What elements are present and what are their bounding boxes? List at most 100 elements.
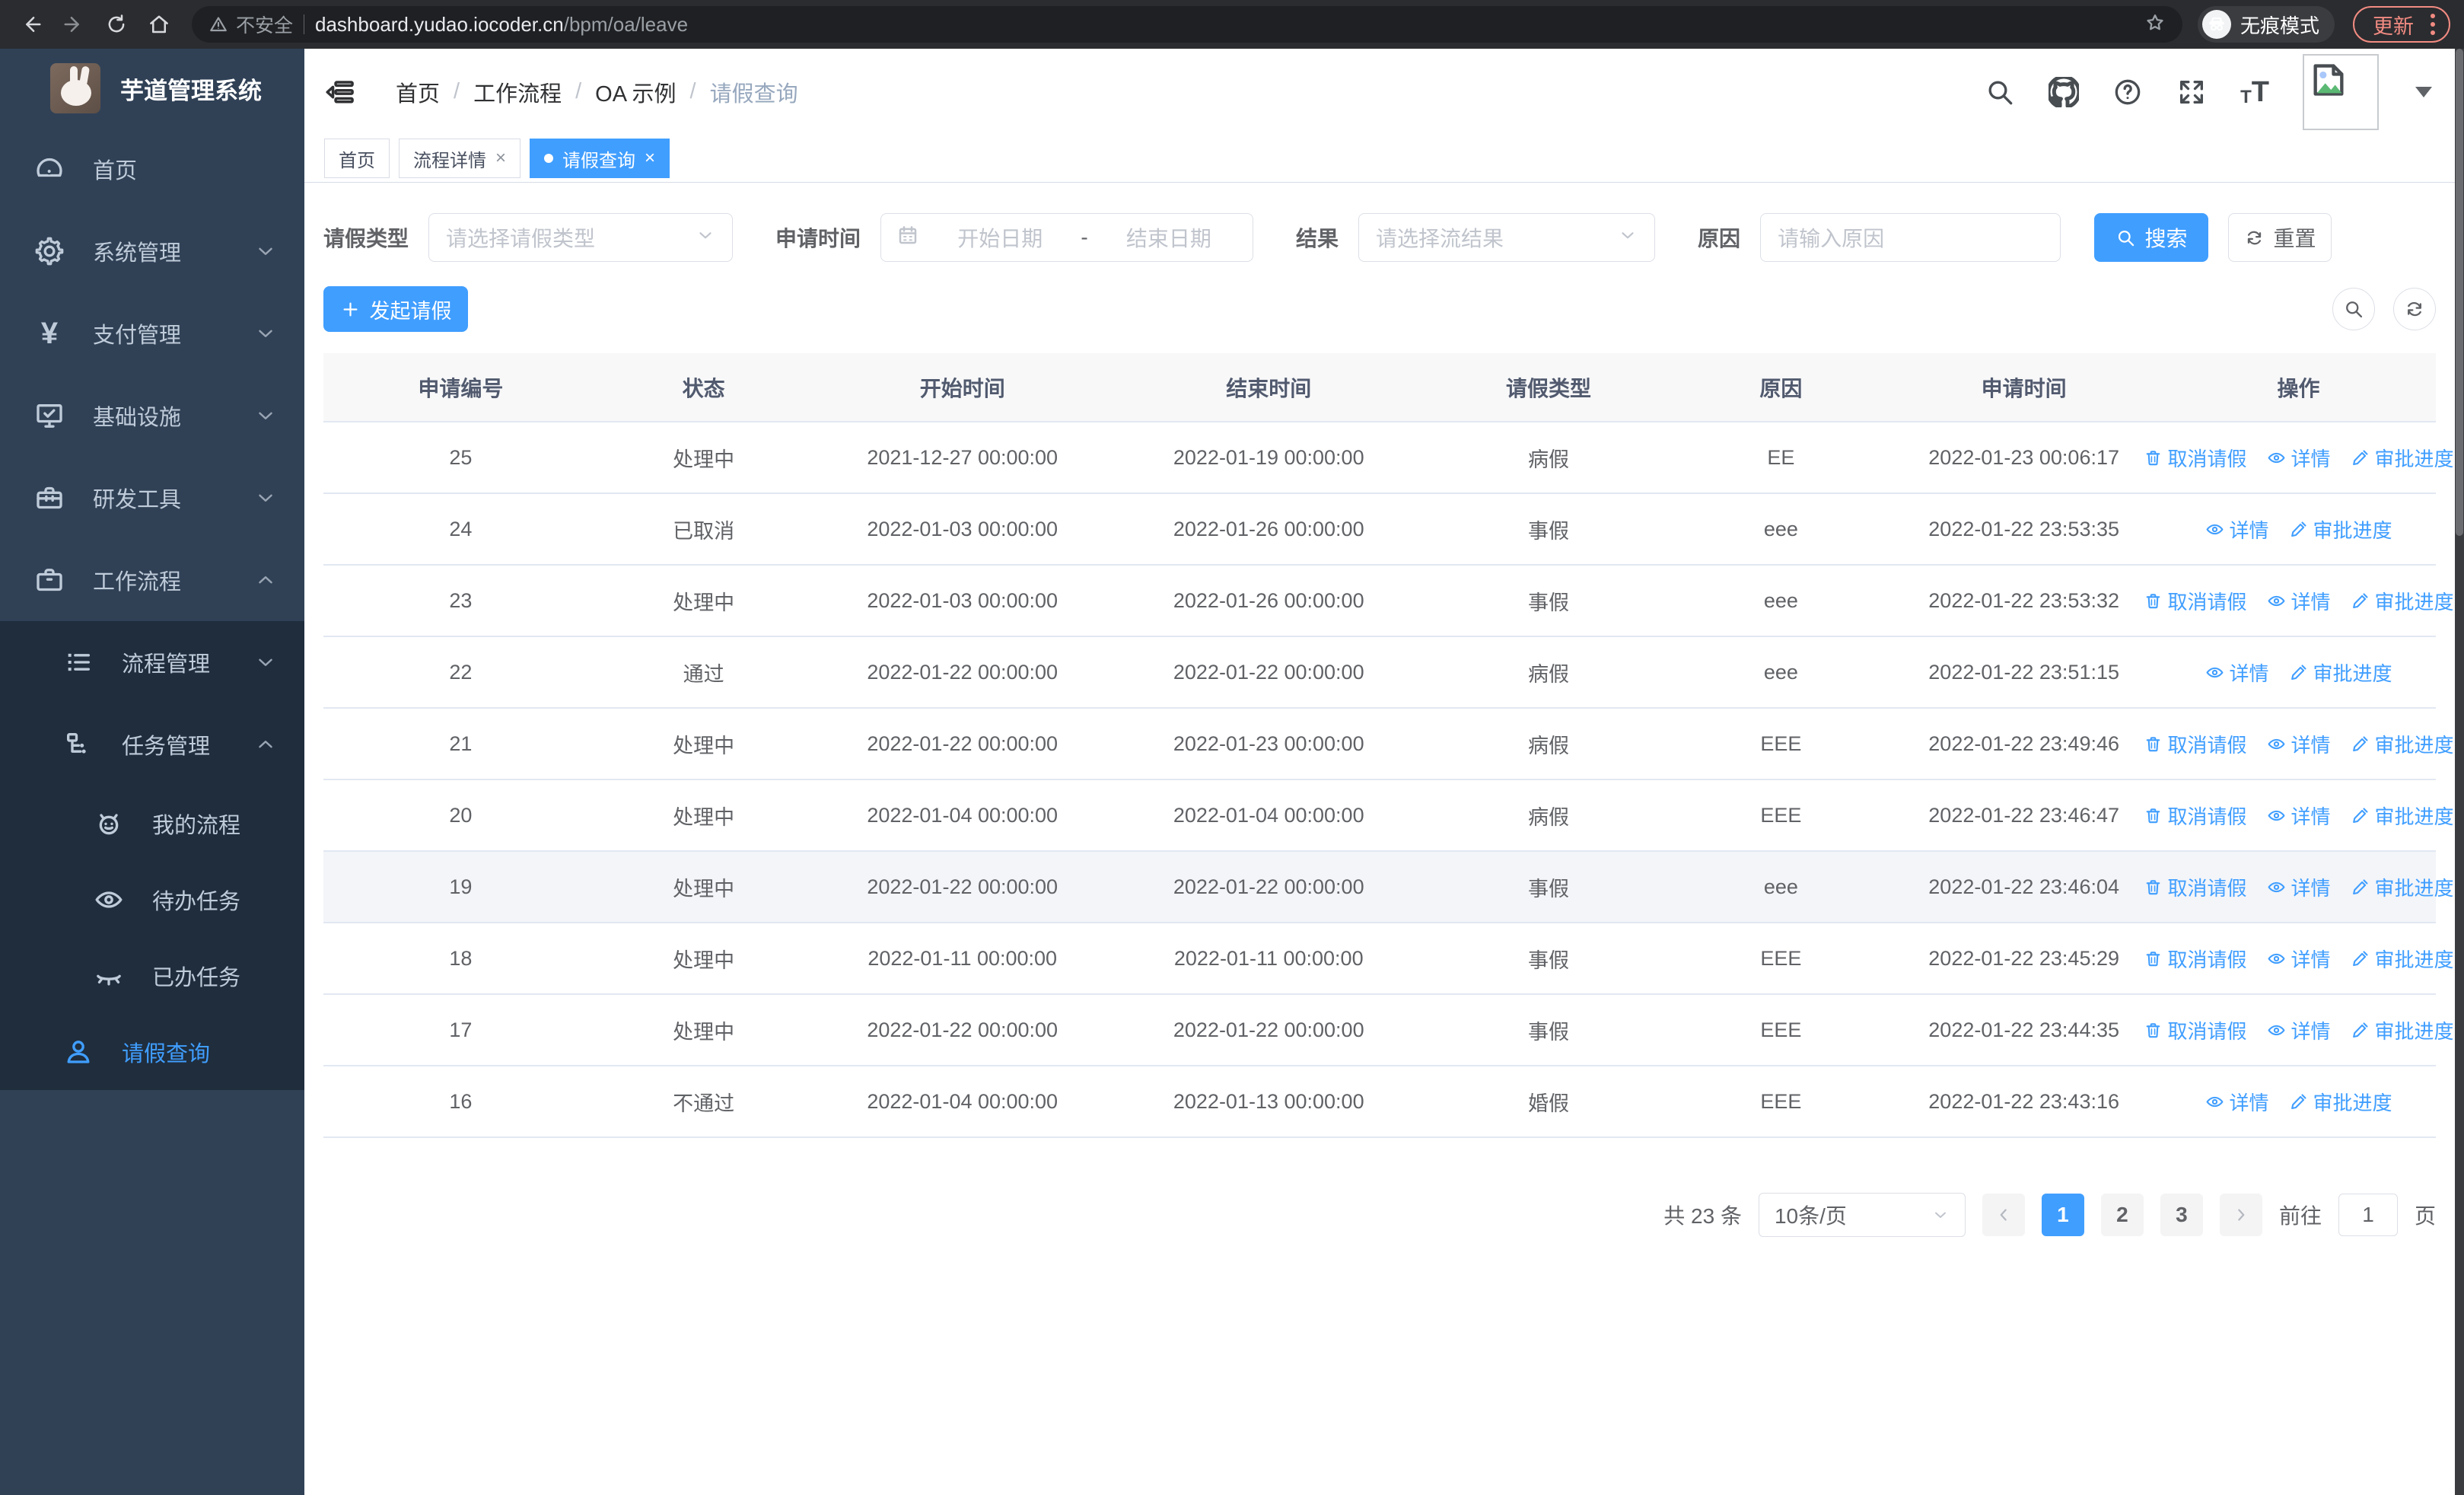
approval-progress-action[interactable]: 审批进度 — [2351, 444, 2454, 472]
page-size-select[interactable]: 10条/页 — [1758, 1193, 1966, 1237]
approval-progress-action[interactable]: 审批进度 — [2289, 1088, 2392, 1116]
cancel-leave-action[interactable]: 取消请假 — [2144, 945, 2247, 973]
refresh-table-button[interactable] — [2393, 288, 2436, 330]
table-cell: 处理中 — [597, 851, 810, 923]
tab-home[interactable]: 首页 — [324, 139, 390, 178]
table-cell: 2022-01-22 23:46:47 — [1886, 779, 2162, 852]
apply-time-range-picker[interactable]: 开始日期 - 结束日期 — [880, 213, 1254, 262]
detail-action[interactable]: 详情 — [2267, 945, 2331, 973]
detail-action[interactable]: 详情 — [2267, 873, 2331, 901]
detail-action[interactable]: 详情 — [2267, 802, 2331, 830]
detail-action[interactable]: 详情 — [2205, 658, 2269, 687]
search-button[interactable]: 搜索 — [2094, 213, 2209, 262]
sidebar-item-infrastructure[interactable]: 基础设施 — [0, 375, 304, 457]
monitor-icon — [32, 400, 67, 431]
approval-progress-action[interactable]: 审批进度 — [2351, 587, 2454, 615]
bookmark-star-icon[interactable] — [2144, 12, 2166, 37]
cancel-leave-action[interactable]: 取消请假 — [2144, 873, 2247, 901]
cancel-leave-action[interactable]: 取消请假 — [2144, 802, 2247, 830]
table-cell: EEE — [1675, 994, 1887, 1066]
avatar[interactable] — [2303, 53, 2379, 130]
cancel-leave-action[interactable]: 取消请假 — [2144, 444, 2247, 472]
browser-menu-icon[interactable] — [2427, 11, 2438, 38]
fullscreen-icon[interactable] — [2176, 77, 2207, 107]
tab-leave-query[interactable]: 请假查询 × — [530, 139, 670, 178]
browser-home-button[interactable] — [142, 7, 177, 42]
result-select[interactable]: 请选择流结果 — [1358, 213, 1656, 262]
collapse-sidebar-icon[interactable] — [324, 76, 356, 108]
scrollbar-thumb[interactable] — [2456, 49, 2463, 536]
close-icon[interactable]: × — [495, 149, 506, 167]
leave-type-select[interactable]: 请选择请假类型 — [428, 213, 734, 262]
detail-action[interactable]: 详情 — [2267, 587, 2331, 615]
cancel-leave-action[interactable]: 取消请假 — [2144, 730, 2247, 758]
approval-progress-action[interactable]: 审批进度 — [2351, 873, 2454, 901]
app-title: 芋道管理系统 — [120, 77, 262, 104]
browser-update-button[interactable]: 更新 — [2353, 6, 2450, 43]
detail-action[interactable]: 详情 — [2267, 444, 2331, 472]
approval-progress-action[interactable]: 审批进度 — [2351, 945, 2454, 973]
breadcrumb-item[interactable]: OA 示例 — [595, 76, 676, 108]
detail-action[interactable]: 详情 — [2267, 730, 2331, 758]
page-1-button[interactable]: 1 — [2041, 1194, 2084, 1236]
cancel-leave-action[interactable]: 取消请假 — [2144, 587, 2247, 615]
next-page-button[interactable] — [2219, 1194, 2262, 1236]
eye-icon — [2267, 591, 2286, 610]
chevron-down-icon — [254, 322, 277, 345]
detail-action[interactable]: 详情 — [2205, 515, 2269, 543]
edit-icon — [2289, 663, 2308, 682]
not-secure-warning[interactable]: 不安全 — [209, 11, 293, 38]
sidebar-item-home[interactable]: 首页 — [0, 128, 304, 210]
plus-icon — [343, 302, 357, 316]
browser-forward-button[interactable] — [56, 7, 91, 42]
app-logo[interactable]: 芋道管理系统 — [0, 49, 304, 128]
close-icon[interactable]: × — [645, 149, 655, 167]
sidebar-item-workflow[interactable]: 工作流程 — [0, 539, 304, 621]
approval-progress-action[interactable]: 审批进度 — [2351, 802, 2454, 830]
robot-icon — [91, 808, 126, 839]
breadcrumb-item[interactable]: 工作流程 — [473, 76, 562, 108]
edit-icon — [2351, 1021, 2370, 1040]
address-bar[interactable]: 不安全 dashboard.yudao.iocoder.cn/bpm/oa/le… — [192, 6, 2182, 43]
sidebar-item-done-tasks[interactable]: 已办任务 — [0, 938, 304, 1014]
sidebar-item-leave-query[interactable]: 请假查询 — [0, 1014, 304, 1090]
search-icon[interactable] — [1985, 77, 2015, 107]
avatar-dropdown-icon[interactable] — [2415, 86, 2432, 97]
sidebar-item-task-mgmt[interactable]: 任务管理 — [0, 703, 304, 786]
sidebar-item-todo-tasks[interactable]: 待办任务 — [0, 862, 304, 938]
eye-icon — [2267, 448, 2286, 467]
table-cell: 22 — [323, 636, 598, 709]
page-3-button[interactable]: 3 — [2160, 1194, 2203, 1236]
table-cell: EEE — [1675, 779, 1887, 852]
github-icon[interactable] — [2049, 76, 2080, 107]
breadcrumb-item[interactable]: 首页 — [396, 76, 440, 108]
page-scrollbar[interactable] — [2455, 49, 2464, 1495]
detail-action[interactable]: 详情 — [2267, 1016, 2331, 1044]
approval-progress-action[interactable]: 审批进度 — [2289, 658, 2392, 687]
browser-reload-button[interactable] — [99, 7, 134, 42]
cancel-leave-action[interactable]: 取消请假 — [2144, 1016, 2247, 1044]
toggle-search-button[interactable] — [2332, 288, 2375, 330]
prev-page-button[interactable] — [1982, 1194, 2025, 1236]
sidebar-item-payment[interactable]: ¥ 支付管理 — [0, 292, 304, 375]
edit-icon — [2351, 949, 2370, 968]
page-2-button[interactable]: 2 — [2100, 1194, 2144, 1236]
sidebar-item-dev-tools[interactable]: 研发工具 — [0, 457, 304, 539]
reset-button[interactable]: 重置 — [2228, 213, 2332, 262]
approval-progress-action[interactable]: 审批进度 — [2289, 515, 2392, 543]
browser-back-button[interactable] — [14, 7, 49, 42]
approval-progress-action[interactable]: 审批进度 — [2351, 1016, 2454, 1044]
tab-process-detail[interactable]: 流程详情 × — [399, 139, 521, 178]
sidebar-item-system[interactable]: 系统管理 — [0, 210, 304, 292]
jump-page-input[interactable]: 1 — [2338, 1194, 2398, 1236]
help-icon[interactable] — [2112, 77, 2143, 107]
table-cell: 2021-12-27 00:00:00 — [809, 422, 1116, 494]
incognito-indicator: 无痕模式 — [2197, 6, 2335, 43]
create-leave-button[interactable]: 发起请假 — [323, 286, 468, 332]
sidebar-item-process-mgmt[interactable]: 流程管理 — [0, 621, 304, 703]
reason-input[interactable]: 请输入原因 — [1760, 213, 2061, 262]
font-size-icon[interactable]: TT — [2240, 78, 2269, 107]
detail-action[interactable]: 详情 — [2205, 1088, 2269, 1116]
sidebar-item-my-process[interactable]: 我的流程 — [0, 786, 304, 862]
approval-progress-action[interactable]: 审批进度 — [2351, 730, 2454, 758]
